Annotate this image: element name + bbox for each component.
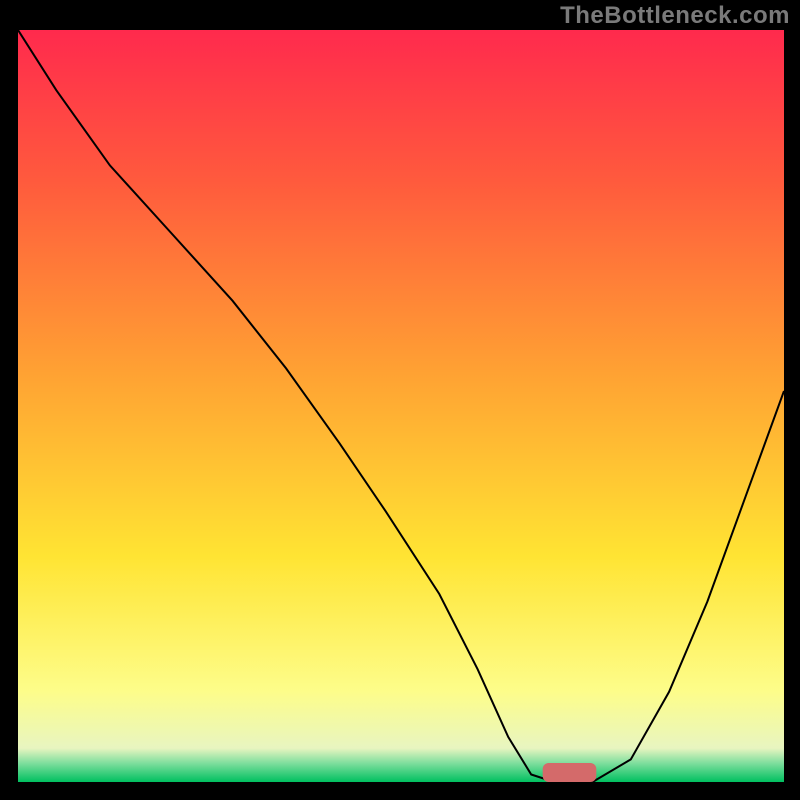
chart-frame: TheBottleneck.com — [0, 0, 800, 800]
chart-plot-area — [18, 30, 784, 782]
chart-svg — [18, 30, 784, 782]
watermark-text: TheBottleneck.com — [560, 2, 790, 30]
optimal-range-marker — [543, 763, 597, 782]
gradient-background — [18, 30, 784, 782]
